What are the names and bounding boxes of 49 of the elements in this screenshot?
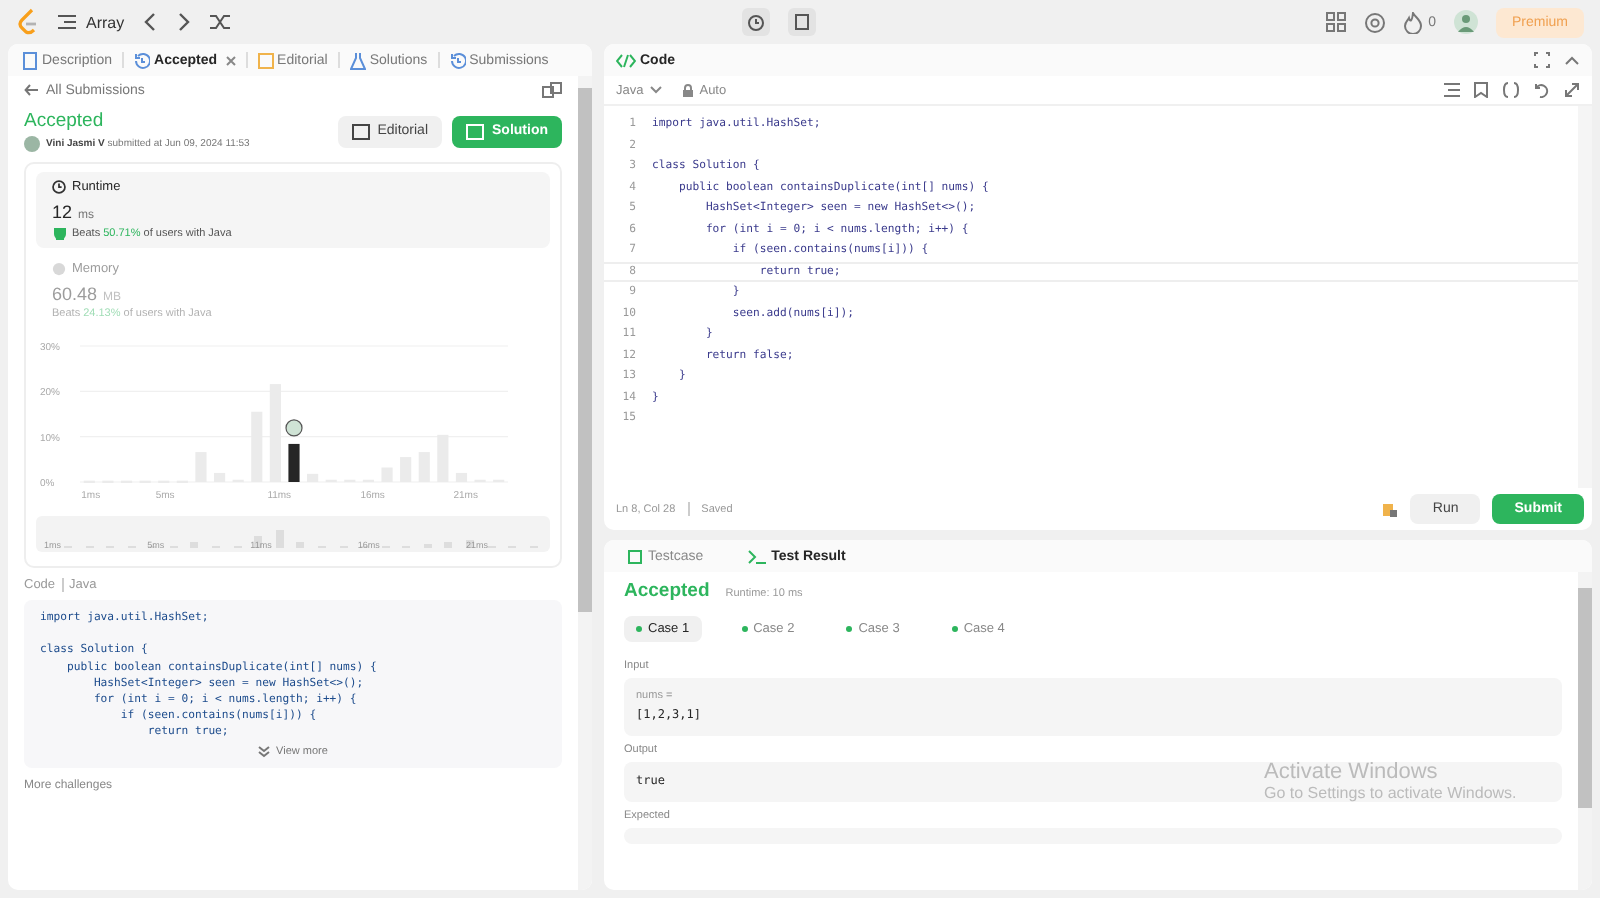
bookmark-icon[interactable] <box>1474 82 1488 98</box>
note-icon[interactable] <box>788 8 817 36</box>
pass-dot-icon <box>846 626 853 632</box>
submission-bar <box>288 443 300 482</box>
trophy-icon <box>52 226 68 240</box>
result-status: Accepted <box>624 580 710 602</box>
metric-value: 60.48 <box>52 284 98 304</box>
back-arrow-icon <box>24 84 38 96</box>
debug-icon[interactable] <box>1382 500 1399 518</box>
flask-icon <box>349 51 366 69</box>
lock-icon <box>681 83 694 97</box>
next-icon[interactable] <box>176 12 193 32</box>
avatar-icon[interactable] <box>1453 10 1478 34</box>
braces-icon[interactable] <box>1502 82 1520 98</box>
checkbox-icon <box>628 549 642 563</box>
format-icon[interactable] <box>1444 82 1460 98</box>
close-icon[interactable] <box>225 55 236 65</box>
split-view-icon[interactable] <box>542 82 562 98</box>
activation-notice-text: Go to Settings to activate Windows. <box>1264 784 1517 802</box>
chevron-down-icon <box>649 86 662 94</box>
problem-list-button[interactable]: Array <box>58 13 125 31</box>
expand-icon[interactable] <box>1564 82 1580 98</box>
history-icon <box>134 51 151 69</box>
avatar-icon <box>24 136 40 152</box>
terminal-icon <box>747 549 766 563</box>
list-icon <box>58 14 76 30</box>
flame-icon[interactable] <box>1404 11 1423 33</box>
code-icon <box>616 53 636 67</box>
chevrons-down-icon <box>258 745 271 758</box>
scrollbar[interactable] <box>578 76 592 890</box>
scrollbar[interactable] <box>1578 572 1592 890</box>
fullscreen-icon[interactable] <box>1534 52 1550 68</box>
clock-icon <box>52 180 66 194</box>
alarm-icon[interactable] <box>742 8 771 36</box>
shuffle-icon[interactable] <box>210 12 233 32</box>
settings-icon[interactable] <box>1364 11 1387 33</box>
status-text: Accepted <box>24 110 106 132</box>
history-icon <box>449 51 466 69</box>
pass-dot-icon <box>741 626 748 632</box>
metric-value: 12 <box>52 202 73 222</box>
pass-dot-icon <box>636 626 642 632</box>
pass-dot-icon <box>951 626 958 632</box>
document-icon <box>22 51 38 69</box>
previous-icon[interactable] <box>142 12 159 32</box>
avatar-marker-icon <box>285 419 303 437</box>
activation-notice-title: Activate Windows <box>1264 760 1440 784</box>
grid-icon[interactable] <box>1326 12 1347 32</box>
collapse-icon[interactable] <box>1564 54 1580 66</box>
undo-icon[interactable] <box>1534 82 1550 98</box>
